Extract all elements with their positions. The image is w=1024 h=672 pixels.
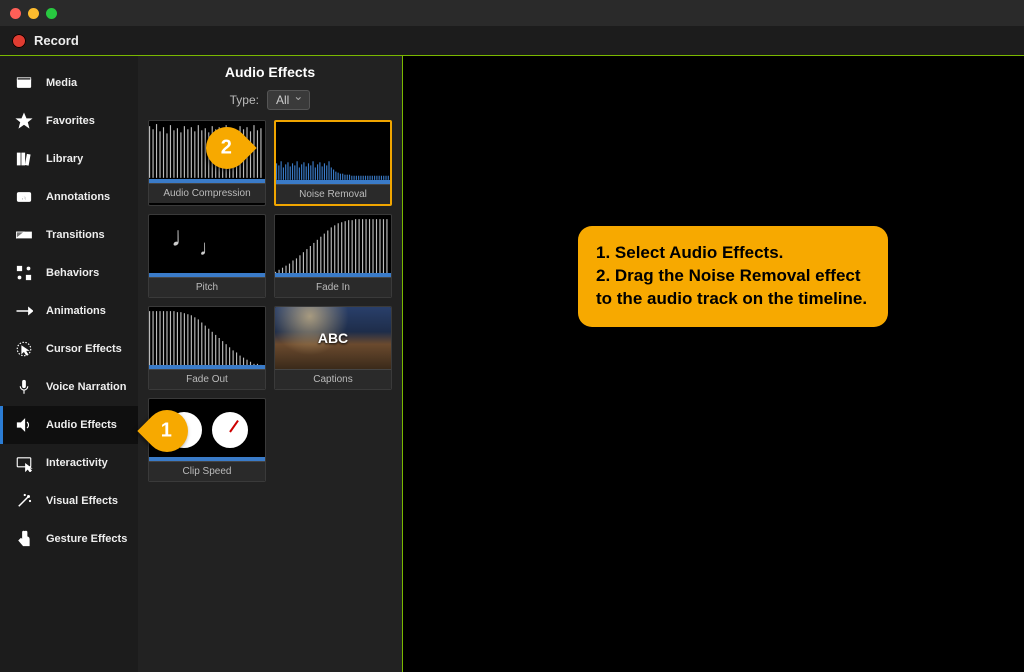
cursor-effects-icon (14, 339, 34, 359)
step-marker-2: 2 (206, 127, 248, 169)
sidebar-item-annotations[interactable]: a Annotations (0, 178, 138, 216)
effect-noise-removal[interactable]: ★ Noise Removal (274, 120, 392, 206)
microphone-icon (14, 377, 34, 397)
sidebar-item-label: Cursor Effects (46, 343, 122, 355)
gesture-icon (14, 529, 34, 549)
preview-canvas[interactable]: 1. Select Audio Effects. 2. Drag the Noi… (403, 56, 1024, 672)
effect-label: Fade In (275, 277, 391, 297)
library-icon (14, 149, 34, 169)
type-filter-label: Type: (230, 93, 259, 107)
sidebar-item-label: Visual Effects (46, 495, 118, 507)
captions-abc-overlay: ABC (318, 330, 348, 346)
annotation-icon: a (14, 187, 34, 207)
audio-icon (14, 415, 34, 435)
sidebar-item-label: Voice Narration (46, 381, 127, 393)
instruction-text: 1. Select Audio Effects. 2. Drag the Noi… (596, 242, 870, 311)
sidebar-item-label: Annotations (46, 191, 110, 203)
sidebar-item-transitions[interactable]: Transitions (0, 216, 138, 254)
sidebar-item-label: Transitions (46, 229, 105, 241)
sidebar-item-label: Audio Effects (46, 419, 117, 431)
star-icon (14, 111, 34, 131)
window-titlebar (0, 0, 1024, 26)
clock-fast-icon (210, 410, 250, 450)
step-marker-1: 1 (146, 410, 188, 452)
transitions-icon (14, 225, 34, 245)
effect-captions[interactable]: ABC Captions (274, 306, 392, 390)
effect-label: Fade Out (149, 369, 265, 389)
sidebar-item-label: Gesture Effects (46, 533, 127, 545)
effect-pitch[interactable]: ♩ Pitch (148, 214, 266, 298)
animations-icon (14, 301, 34, 321)
sidebar-item-label: Media (46, 77, 77, 89)
effect-label: Clip Speed (149, 461, 265, 481)
interactivity-icon (14, 453, 34, 473)
sidebar-item-behaviors[interactable]: Behaviors (0, 254, 138, 292)
sidebar-item-gesture-effects[interactable]: Gesture Effects (0, 520, 138, 558)
effect-label: Pitch (149, 277, 265, 297)
sidebar-item-label: Favorites (46, 115, 95, 127)
sidebar-item-cursor-effects[interactable]: Cursor Effects (0, 330, 138, 368)
behaviors-icon (14, 263, 34, 283)
sidebar-item-label: Interactivity (46, 457, 108, 469)
sidebar-item-label: Library (46, 153, 83, 165)
effects-panel: Audio Effects Type: All Audio Compressio… (138, 56, 403, 672)
sidebar-item-interactivity[interactable]: Interactivity (0, 444, 138, 482)
effect-fade-in[interactable]: Fade In (274, 214, 392, 298)
tools-sidebar: Media Favorites Library a Annotations Tr… (0, 56, 138, 672)
sidebar-item-library[interactable]: Library (0, 140, 138, 178)
sidebar-item-label: Animations (46, 305, 106, 317)
record-label[interactable]: Record (34, 33, 79, 48)
effect-label: Audio Compression (149, 183, 265, 203)
wand-icon (14, 491, 34, 511)
media-bin-icon (14, 73, 34, 93)
type-filter-select[interactable]: All (267, 90, 310, 110)
panel-title: Audio Effects (148, 64, 392, 80)
instruction-callout: 1. Select Audio Effects. 2. Drag the Noi… (578, 226, 888, 327)
window-traffic-lights (10, 8, 57, 19)
effect-label: Noise Removal (276, 184, 390, 204)
sidebar-item-voice-narration[interactable]: Voice Narration (0, 368, 138, 406)
sidebar-item-label: Behaviors (46, 267, 99, 279)
sidebar-item-media[interactable]: Media (0, 64, 138, 102)
effect-label: Captions (275, 369, 391, 389)
effect-fade-out[interactable]: Fade Out (148, 306, 266, 390)
record-toolbar: Record (0, 26, 1024, 56)
minimize-window-button[interactable] (28, 8, 39, 19)
sidebar-item-animations[interactable]: Animations (0, 292, 138, 330)
record-indicator-icon[interactable] (12, 34, 26, 48)
zoom-window-button[interactable] (46, 8, 57, 19)
sidebar-item-favorites[interactable]: Favorites (0, 102, 138, 140)
sidebar-item-audio-effects[interactable]: Audio Effects (0, 406, 138, 444)
close-window-button[interactable] (10, 8, 21, 19)
sidebar-item-visual-effects[interactable]: Visual Effects (0, 482, 138, 520)
music-note-icon: ♩ (171, 221, 199, 253)
